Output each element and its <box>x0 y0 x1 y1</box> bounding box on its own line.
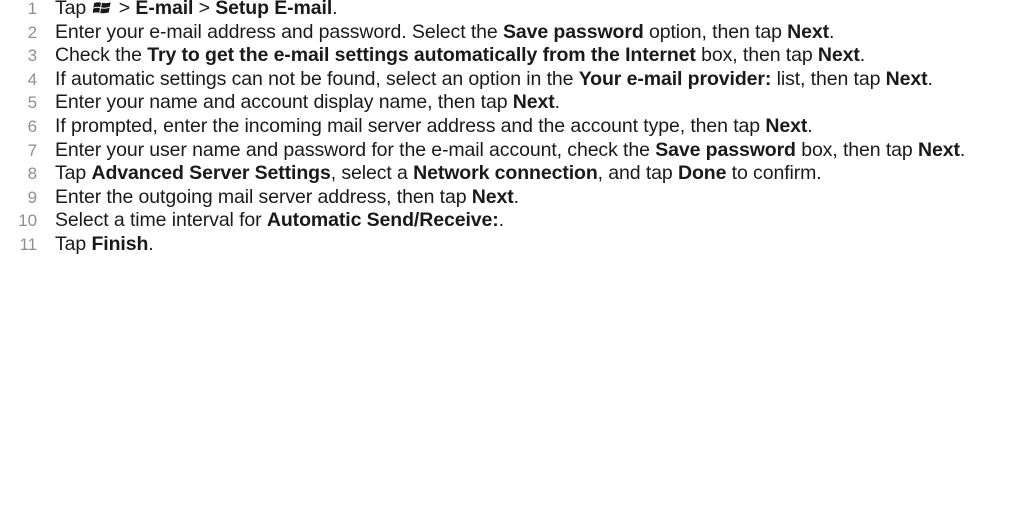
text-run: . <box>148 232 154 255</box>
ui-term: Advanced Server Settings <box>91 162 331 185</box>
text-run: > <box>113 0 136 19</box>
step-text: Check the Try to get the e-mail settings… <box>55 44 1013 68</box>
instruction-steps-list: 1 Tap > E-mail > Setup E-mail. 2 Enter your… <box>0 0 1013 257</box>
ui-term: Setup E-mail <box>215 0 333 19</box>
text-run: . <box>959 138 966 161</box>
text-run: . <box>807 114 813 137</box>
step-number: 8 <box>27 164 37 184</box>
ui-term: Try to get the e-mail settings automatic… <box>147 44 696 67</box>
text-run: Check the <box>55 44 148 67</box>
text-run: Enter your name and account display name… <box>55 91 513 114</box>
text-run: Tap <box>55 162 92 185</box>
ui-term: Next <box>512 91 555 114</box>
windows-start-icon <box>93 0 112 15</box>
step-number: 1 <box>27 0 37 18</box>
ui-term: Save password <box>655 138 796 161</box>
step-number: 4 <box>27 69 37 89</box>
ui-term: Your e-mail provider: <box>578 67 772 90</box>
ui-term: Next <box>765 114 808 137</box>
step-number: 5 <box>27 93 37 113</box>
text-run: . <box>859 44 866 67</box>
ui-term: Next <box>471 185 514 208</box>
step-item: 7 Enter your user name and password for t… <box>0 139 1013 163</box>
step-number: 3 <box>27 46 37 66</box>
step-item: 8 Tap Advanced Server Settings, select a … <box>0 162 1013 186</box>
ui-term: Automatic Send/Receive: <box>266 209 499 232</box>
step-item: 5 Enter your name and account display nam… <box>0 91 1013 115</box>
step-number: 2 <box>27 22 37 42</box>
text-run: Enter the outgoing mail server address, … <box>55 185 472 208</box>
step-item: 3 Check the Try to get the e-mail setting… <box>0 44 1013 68</box>
step-number: 6 <box>27 116 37 136</box>
step-item: 11 Tap Finish. <box>0 233 1013 257</box>
step-text: Tap Finish. <box>55 233 1013 257</box>
text-run: to confirm. <box>726 162 822 185</box>
text-run: If prompted, enter the incoming mail ser… <box>55 114 766 137</box>
text-run: Tap <box>55 0 92 19</box>
step-number: 7 <box>27 140 37 160</box>
step-item: 10 Select a time interval for Automatic S… <box>0 209 1013 233</box>
text-run: box, then tap <box>795 138 918 161</box>
step-item: 1 Tap > E-mail > Setup E-mail. <box>0 0 1013 21</box>
text-run: . <box>554 91 560 114</box>
ui-term: Next <box>817 44 860 67</box>
step-text: Select a time interval for Automatic Sen… <box>55 209 1013 233</box>
step-item: 2 Enter your e-mail address and password.… <box>0 21 1013 45</box>
text-run: option, then tap <box>643 20 788 43</box>
step-number: 10 <box>18 211 37 231</box>
text-run: > <box>193 0 216 19</box>
text-run: Tap <box>55 232 92 255</box>
text-run: . <box>513 185 519 208</box>
text-run: Enter your user name and password for th… <box>55 138 656 161</box>
text-run: box, then tap <box>695 44 818 67</box>
ui-term: Next <box>787 20 830 43</box>
ui-term: Next <box>885 67 928 90</box>
step-text: Tap > E-mail > Setup E-mail. <box>55 0 1013 21</box>
step-text: Enter your e-mail address and password. … <box>55 21 1013 45</box>
text-run: , and tap <box>597 162 678 185</box>
step-item: 9 Enter the outgoing mail server address,… <box>0 186 1013 210</box>
step-text: Enter the outgoing mail server address, … <box>55 186 1013 210</box>
ui-term: Save password <box>502 20 644 43</box>
ui-term: Network connection <box>413 162 598 185</box>
text-run: . <box>927 67 933 90</box>
text-run: . <box>498 209 504 232</box>
ui-term: Finish <box>91 232 149 255</box>
ui-term: Next <box>917 138 960 161</box>
ui-term: E-mail <box>135 0 194 19</box>
text-run: Select a time interval for <box>55 209 267 232</box>
step-item: 6 If prompted, enter the incoming mail se… <box>0 115 1013 139</box>
text-run: list, then tap <box>771 67 886 90</box>
text-run: . <box>829 20 835 43</box>
text-run: . <box>332 0 338 19</box>
text-run: , select a <box>330 162 414 185</box>
step-text: Enter your name and account display name… <box>55 91 1013 115</box>
step-text: Enter your user name and password for th… <box>55 139 1013 163</box>
step-text: Tap Advanced Server Settings, select a N… <box>55 162 1013 186</box>
step-text: If prompted, enter the incoming mail ser… <box>55 115 1013 139</box>
step-number: 9 <box>27 187 37 207</box>
text-run: If automatic settings can not be found, … <box>55 67 579 90</box>
step-number: 11 <box>19 234 38 254</box>
step-item: 4 If automatic settings can not be found,… <box>0 68 1013 92</box>
step-text: If automatic settings can not be found, … <box>55 68 1013 92</box>
text-run: Enter your e-mail address and password. … <box>55 20 503 43</box>
ui-term: Done <box>678 162 727 185</box>
